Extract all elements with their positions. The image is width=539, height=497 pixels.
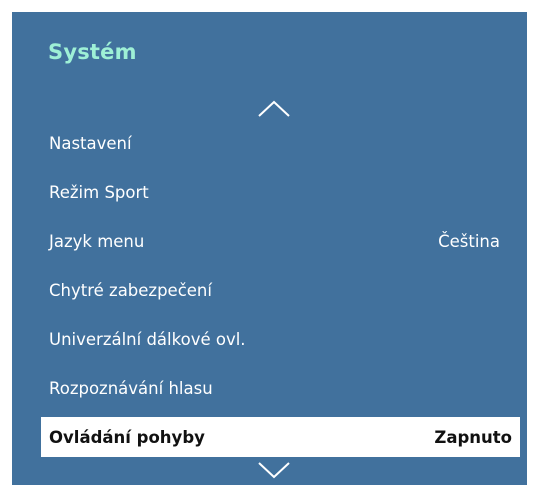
menu-item-univerzalni-dalkove-ovl[interactable]: Univerzální dálkové ovl.	[12, 319, 527, 359]
scroll-up-button[interactable]	[257, 100, 291, 118]
menu-item-ovladani-pohyby[interactable]: Ovládání pohyby Zapnuto	[41, 417, 520, 457]
menu-item-label: Jazyk menu	[49, 231, 145, 251]
menu-item-label: Rozpoznávání hlasu	[49, 378, 213, 398]
menu-item-rezim-sport[interactable]: Režim Sport	[12, 172, 527, 212]
system-menu-panel: Systém Nastavení Režim Sport Jazyk menu …	[12, 12, 527, 485]
menu-item-chytre-zabezpeceni[interactable]: Chytré zabezpečení	[12, 270, 527, 310]
menu-item-jazyk-menu[interactable]: Jazyk menu Čeština	[12, 221, 527, 261]
menu-item-label: Ovládání pohyby	[49, 427, 205, 447]
menu-item-label: Nastavení	[49, 133, 132, 153]
menu-item-label: Univerzální dálkové ovl.	[49, 329, 246, 349]
menu-title: Systém	[48, 40, 137, 64]
menu-item-label: Režim Sport	[49, 182, 149, 202]
scroll-down-button[interactable]	[257, 461, 291, 479]
chevron-down-icon	[258, 462, 290, 479]
menu-item-rozpoznavani-hlasu[interactable]: Rozpoznávání hlasu	[12, 368, 527, 408]
menu-item-label: Chytré zabezpečení	[49, 280, 212, 300]
menu-item-nastaveni[interactable]: Nastavení	[12, 123, 527, 163]
menu-item-value: Zapnuto	[434, 427, 512, 447]
chevron-up-icon	[258, 100, 290, 117]
menu-item-value: Čeština	[438, 231, 500, 251]
